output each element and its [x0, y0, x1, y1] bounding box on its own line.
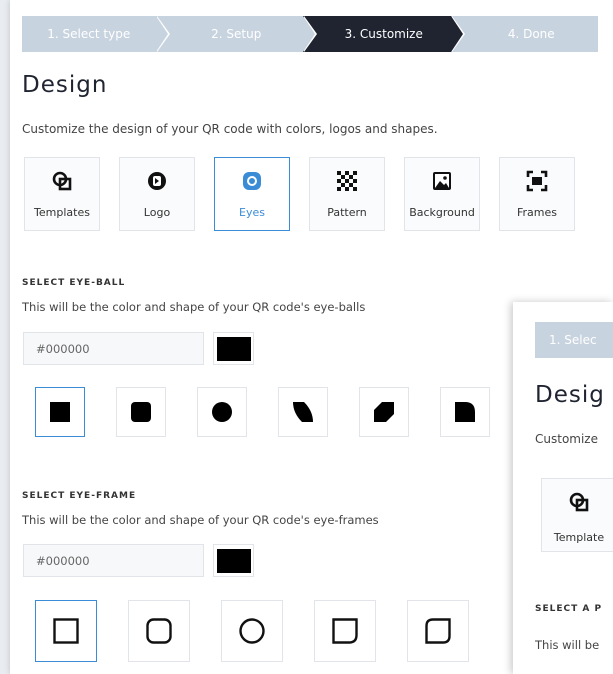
step-done[interactable]: 4. Done [450, 16, 598, 52]
pattern-icon [336, 170, 358, 192]
eye-ball-shape-square[interactable] [35, 387, 85, 437]
overlapping-design-window: 1. Selec Desig Customize Template SELECT… [513, 302, 613, 674]
eye-ball-color-input[interactable] [23, 332, 204, 365]
overlay-tab-templates[interactable]: Template [541, 478, 613, 552]
tab-templates[interactable]: Templates [24, 157, 100, 231]
eye-frame-section-description: This will be the color and shape of your… [22, 513, 379, 527]
background-window-edge [0, 0, 10, 674]
eye-ball-shape-leaf-diagonal[interactable] [359, 387, 409, 437]
square-frame-icon [53, 618, 79, 644]
eye-ball-section-description: This will be the color and shape of your… [22, 300, 366, 314]
leaf-shape-icon [293, 402, 313, 422]
diagonal-leaf-shape-icon [374, 402, 394, 422]
eye-frame-color-input[interactable] [23, 544, 204, 577]
eyes-icon [241, 170, 263, 192]
rounded-corner-frame-icon [332, 618, 358, 644]
eye-ball-swatch-color [216, 336, 251, 361]
overlay-page-description: Customize [535, 432, 598, 446]
circle-shape-icon [212, 402, 232, 422]
step-customize[interactable]: 3. Customize [303, 16, 465, 52]
eye-ball-shape-circle[interactable] [197, 387, 247, 437]
overlay-step-select-type[interactable]: 1. Selec [535, 322, 613, 358]
eye-ball-shape-leaf-left[interactable] [278, 387, 328, 437]
eye-frame-color-swatch[interactable] [213, 544, 254, 577]
templates-icon [568, 491, 590, 517]
eye-ball-shape-options [35, 387, 490, 437]
customize-tabs: Templates Logo Eyes Pattern Background F… [24, 157, 575, 231]
tab-eyes[interactable]: Eyes [214, 157, 290, 231]
overlay-section-title: SELECT A P [535, 604, 603, 614]
step-setup[interactable]: 2. Setup [155, 16, 317, 52]
eye-frame-shape-rounded-corner[interactable] [314, 600, 376, 662]
rounded-square-shape-icon [131, 402, 151, 422]
eye-frame-swatch-color [216, 548, 251, 573]
logo-icon [146, 170, 168, 192]
eye-ball-shape-leaf-right[interactable] [440, 387, 490, 437]
eye-frame-shape-rounded-alt[interactable] [407, 600, 469, 662]
eye-frame-shape-options [35, 600, 469, 662]
step-select-type[interactable]: 1. Select type [22, 16, 170, 52]
tab-pattern[interactable]: Pattern [309, 157, 385, 231]
rounded-corner-shape-icon [455, 402, 475, 422]
eye-frame-section-title: SELECT EYE-FRAME [22, 491, 137, 501]
tab-logo[interactable]: Logo [119, 157, 195, 231]
page-title: Design [22, 72, 108, 98]
rounded-alt-frame-icon [425, 618, 451, 644]
frames-icon [526, 170, 548, 192]
eye-frame-shape-rounded[interactable] [128, 600, 190, 662]
background-icon [431, 170, 453, 192]
square-shape-icon [50, 402, 70, 422]
eye-ball-shape-rounded[interactable] [116, 387, 166, 437]
templates-icon [51, 170, 73, 192]
step-progress-bar: 1. Select type 2. Setup 3. Customize 4. … [22, 16, 598, 52]
tab-frames[interactable]: Frames [499, 157, 575, 231]
overlay-section-description: This will be [535, 638, 600, 652]
tab-background[interactable]: Background [404, 157, 480, 231]
circle-frame-icon [239, 618, 265, 644]
eye-frame-shape-square[interactable] [35, 600, 97, 662]
eye-ball-section-title: SELECT EYE-BALL [22, 278, 126, 288]
page-description: Customize the design of your QR code wit… [22, 122, 438, 136]
eye-frame-shape-circle[interactable] [221, 600, 283, 662]
rounded-frame-icon [146, 618, 172, 644]
overlay-page-title: Desig [535, 382, 605, 408]
eye-ball-color-swatch[interactable] [213, 332, 254, 365]
